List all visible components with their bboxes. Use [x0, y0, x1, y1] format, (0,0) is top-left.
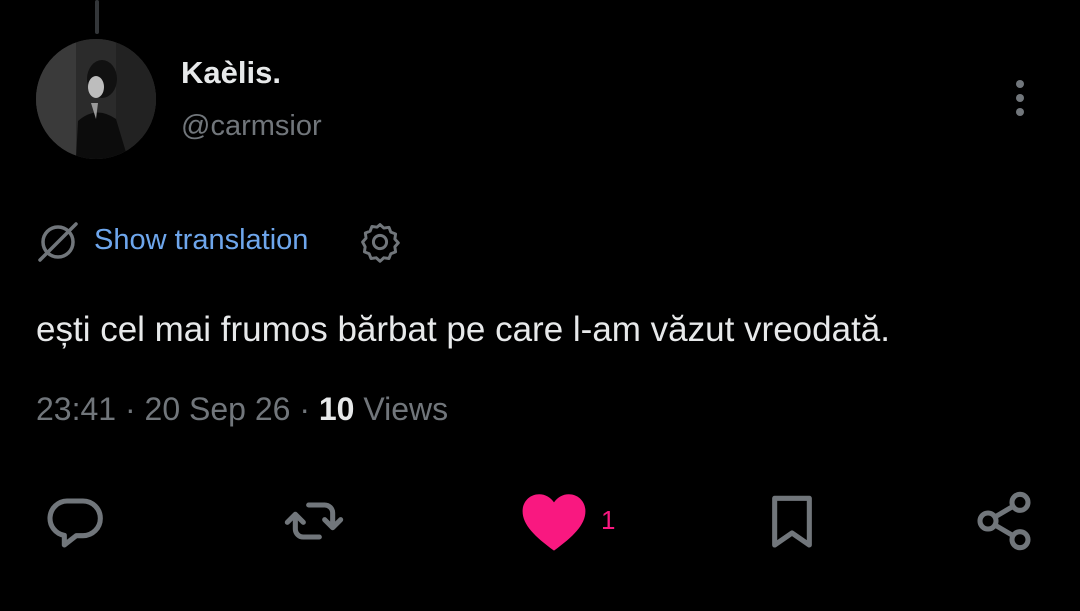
thread-connector-line	[95, 0, 99, 34]
translation-row: Show translation	[36, 218, 456, 266]
globe-off-icon	[36, 220, 80, 264]
bookmark-icon	[772, 495, 812, 548]
retweet-button[interactable]	[282, 489, 346, 553]
tweet-text: ești cel mai frumos bărbat pe care l-am …	[36, 310, 890, 349]
views-count: 10	[318, 391, 355, 427]
avatar[interactable]	[36, 39, 156, 159]
retweet-icon	[284, 502, 344, 540]
author-handle[interactable]: @carmsior	[181, 109, 322, 143]
like-count: 1	[601, 505, 616, 535]
like-button[interactable]	[519, 489, 586, 553]
heart-icon	[522, 494, 586, 551]
reply-button[interactable]	[43, 489, 107, 553]
show-translation-link[interactable]: Show translation	[94, 222, 308, 258]
meta-separator: ·	[299, 391, 310, 427]
share-icon	[977, 491, 1031, 551]
more-options-button[interactable]	[1002, 76, 1038, 120]
author-display-name[interactable]: Kaèlis.	[181, 55, 281, 91]
gear-icon[interactable]	[358, 220, 402, 264]
meta-separator: ·	[124, 391, 136, 427]
reply-icon	[47, 498, 103, 548]
tweet-meta: 23:41 · 20 Sep 26 · 10 Views	[36, 389, 448, 429]
tweet-time[interactable]: 23:41	[36, 391, 116, 427]
views-label: Views	[363, 391, 449, 427]
more-vertical-icon	[1016, 80, 1024, 116]
share-button[interactable]	[972, 489, 1036, 553]
bookmark-button[interactable]	[760, 489, 824, 553]
tweet-date[interactable]: 20 Sep 26	[145, 391, 291, 427]
